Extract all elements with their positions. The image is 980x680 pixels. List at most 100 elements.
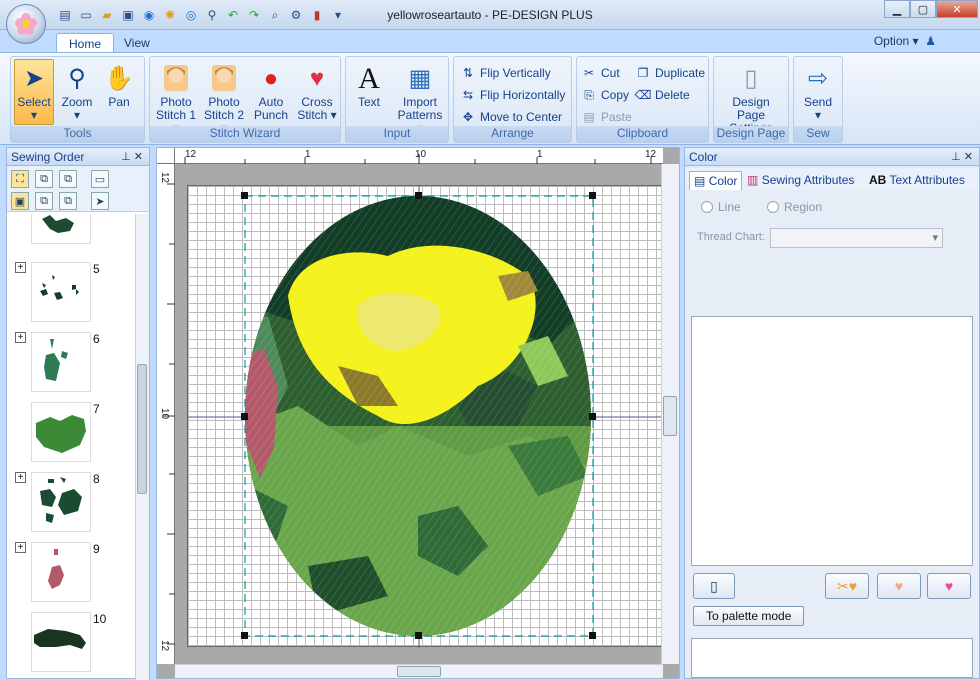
pan-button[interactable]: ✋ Pan xyxy=(99,59,139,125)
expand-icon[interactable]: + xyxy=(15,262,26,273)
thumbnail xyxy=(31,542,91,602)
list-item[interactable] xyxy=(11,214,135,254)
region-radio[interactable]: Region xyxy=(767,200,822,214)
group-label-stitch-wizard: Stitch Wizard xyxy=(150,126,340,142)
option-menu[interactable]: Option ▾ ♟ xyxy=(874,34,936,48)
select-arrow-icon[interactable]: ➤ xyxy=(91,192,109,210)
line-label: Line xyxy=(718,200,741,214)
thread-chart-select[interactable] xyxy=(770,228,943,248)
tab-sewing-attributes[interactable]: ▥ Sewing Attributes xyxy=(743,171,858,190)
send-icon: ⇨ xyxy=(807,64,829,92)
delete-icon: ⌫ xyxy=(634,88,652,102)
zoom-button[interactable]: ⚲ Zoom ▾ xyxy=(57,59,97,125)
flip-horizontally-button[interactable]: ⇆ Flip Horizontally xyxy=(460,85,565,105)
sewing-order-panel: Sewing Order ⊥ ✕ ⛶ ⧉ ⧉ ▭ ▣ ⧉ ⧉ ➤ + 5 + 6… xyxy=(6,147,150,680)
scroll-thumb[interactable] xyxy=(397,666,441,677)
close-button[interactable]: ✕ xyxy=(936,0,978,18)
expand-icon[interactable]: + xyxy=(15,472,26,483)
cross-stitch-button[interactable]: ♥ Cross Stitch ▾ xyxy=(295,59,339,125)
heart-icon: ♥ xyxy=(944,578,954,594)
tab-text-attributes-label: Text Attributes xyxy=(889,173,965,187)
tab-text-attributes[interactable]: AB Text Attributes xyxy=(865,171,969,190)
stitch-pattern-icon: ▥ xyxy=(747,173,759,187)
send-button[interactable]: ⇨ Send ▾ xyxy=(796,59,840,125)
cross-stitch-l2: Stitch ▾ xyxy=(297,108,337,122)
application-button[interactable] xyxy=(6,4,46,44)
ruler-corner xyxy=(157,148,175,164)
photo-stitch-2-button[interactable]: Photo Stitch 2 ▾ xyxy=(201,59,247,135)
page-icon[interactable]: ▭ xyxy=(91,170,109,188)
magnifier-icon: ⚲ xyxy=(68,64,86,92)
text-a-icon: A xyxy=(358,61,380,95)
text-button[interactable]: A Text xyxy=(349,59,389,125)
photo-portrait-icon xyxy=(202,60,246,96)
copy-button[interactable]: ⎘ Copy xyxy=(581,85,629,105)
tab-view[interactable]: View xyxy=(112,33,162,53)
user-icon: ♟ xyxy=(925,34,936,48)
color-panel: Color ⊥ ✕ ▤ Color ▥ Sewing Attributes AB… xyxy=(684,147,980,679)
embroidery-design[interactable] xyxy=(188,186,664,648)
pan-label: Pan xyxy=(108,95,130,109)
list-item[interactable]: 7 xyxy=(11,402,135,472)
design-page-icon: ▯ xyxy=(744,64,758,92)
move-to-center-button[interactable]: ✥ Move to Center xyxy=(460,107,562,127)
auto-punch-button[interactable]: ● Auto Punch xyxy=(249,59,293,125)
photo-stitch-1-button[interactable]: Photo Stitch 1 ▾ xyxy=(153,59,199,135)
merge-icon[interactable]: ⧉ xyxy=(35,192,53,210)
group-label-arrange: Arrange xyxy=(454,126,571,142)
tab-color[interactable]: ▤ Color xyxy=(689,171,743,190)
order-down-icon[interactable]: ⧉ xyxy=(59,170,77,188)
list-item[interactable]: + 9 xyxy=(11,542,135,612)
split-icon[interactable]: ⧉ xyxy=(59,192,77,210)
ruler-label: 12 xyxy=(159,172,170,184)
fit-view-icon[interactable]: ⛶ xyxy=(11,170,29,188)
move-center-icon: ✥ xyxy=(462,110,474,124)
delete-button[interactable]: ⌫ Delete xyxy=(635,85,690,105)
thread-spool-button[interactable]: ▯ xyxy=(693,573,735,599)
canvas-vertical-scrollbar[interactable] xyxy=(661,164,679,664)
paste-button[interactable]: ▤ Paste xyxy=(581,107,632,127)
heart-light-button[interactable]: ♥ xyxy=(877,573,921,599)
group-view-icon[interactable]: ▣ xyxy=(11,192,29,210)
design-canvas[interactable] xyxy=(187,185,664,648)
duplicate-icon: ❐ xyxy=(637,66,649,80)
order-up-icon[interactable]: ⧉ xyxy=(35,170,53,188)
hand-icon: ✋ xyxy=(104,64,134,92)
import-patterns-button[interactable]: ▦ Import Patterns ▾ xyxy=(394,59,446,135)
paste-label: Paste xyxy=(601,110,632,124)
apple-icon: ● xyxy=(263,64,279,92)
list-item[interactable]: 10 xyxy=(11,612,135,680)
flip-horizontal-icon: ⇆ xyxy=(462,88,474,102)
flip-vertically-button[interactable]: ⇅ Flip Vertically xyxy=(460,63,551,83)
select-button[interactable]: ➤ Select ▾ xyxy=(14,59,54,125)
tab-home[interactable]: Home xyxy=(56,33,115,53)
heart-scissors-icon: ✂♥ xyxy=(836,577,858,594)
pin-close-icons[interactable]: ⊥ ✕ xyxy=(951,150,973,163)
list-item[interactable]: + 6 xyxy=(11,332,135,402)
list-item[interactable]: + 8 xyxy=(11,472,135,542)
duplicate-button[interactable]: ❐ Duplicate xyxy=(635,63,705,83)
duplicate-label: Duplicate xyxy=(655,66,706,80)
scroll-thumb[interactable] xyxy=(663,396,677,436)
ribbon: ➤ Select ▾ ⚲ Zoom ▾ ✋ Pan Tools Photo Stit… xyxy=(0,52,980,145)
cut-button[interactable]: ✂ Cut xyxy=(581,63,620,83)
color-list-box[interactable] xyxy=(691,316,973,566)
group-sew: ⇨ Send ▾ Sew xyxy=(793,56,843,143)
list-item[interactable]: + 5 xyxy=(11,262,135,332)
heart-scissors-button[interactable]: ✂♥ xyxy=(825,573,869,599)
expand-icon[interactable]: + xyxy=(15,542,26,553)
flower-logo-icon xyxy=(15,13,37,35)
scroll-thumb[interactable] xyxy=(137,364,147,494)
line-radio[interactable]: Line xyxy=(701,200,741,214)
expand-icon[interactable]: + xyxy=(15,332,26,343)
pin-close-icons[interactable]: ⊥ ✕ xyxy=(121,150,143,163)
minimize-button[interactable]: ▁ xyxy=(884,0,910,18)
group-arrange: ⇅ Flip Vertically ⇆ Flip Horizontally ✥ Mov… xyxy=(453,56,572,143)
sewing-order-scrollbar[interactable] xyxy=(135,214,149,680)
maximize-button[interactable]: ▢ xyxy=(910,0,936,18)
canvas-horizontal-scrollbar[interactable] xyxy=(175,664,663,678)
to-palette-mode-button[interactable]: To palette mode xyxy=(693,606,805,626)
item-number: 5 xyxy=(93,262,100,276)
heart-pink-button[interactable]: ♥ xyxy=(927,573,971,599)
design-page-settings-button[interactable]: ▯ Design Page Settings xyxy=(716,59,786,135)
